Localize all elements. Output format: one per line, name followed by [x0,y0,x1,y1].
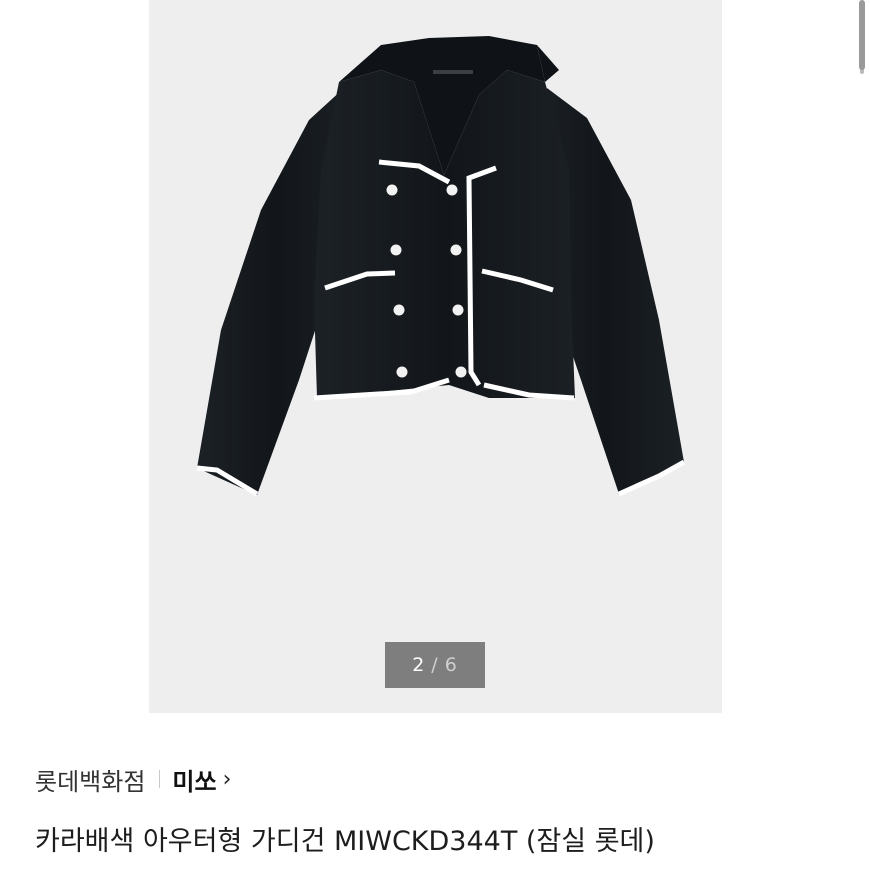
brand-link[interactable]: 미쏘 [172,762,216,797]
image-counter: 2 / 6 [385,642,485,688]
product-photo[interactable] [149,0,722,713]
brand-breadcrumb: 롯데백화점 미쏘 › [35,762,232,797]
image-counter-separator: / [431,654,439,676]
chevron-right-icon[interactable]: › [223,767,232,792]
page-scrollbar[interactable] [858,0,866,76]
total-image-count: 6 [444,654,458,676]
store-name: 롯데백화점 [35,767,146,796]
current-image-index: 2 [412,654,426,676]
product-title: 카라배색 아우터형 가디건 MIWCKD344T (잠실 롯데) [35,826,655,857]
jacket-illustration [196,36,686,497]
product-info: 롯데백화점 미쏘 › 카라배색 아우터형 가디건 MIWCKD344T (잠실 … [0,713,870,870]
breadcrumb-divider [159,770,161,788]
scrollbar-thumb[interactable] [859,0,865,70]
product-image-gallery[interactable]: 2 / 6 [0,0,870,713]
